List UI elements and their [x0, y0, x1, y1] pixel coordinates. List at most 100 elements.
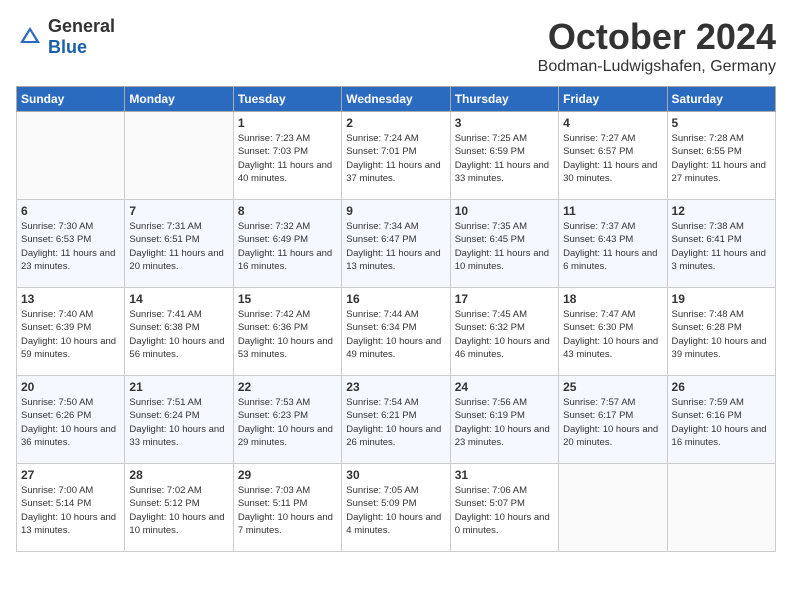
cell-content: Sunrise: 7:51 AM Sunset: 6:24 PM Dayligh… [129, 396, 228, 449]
calendar-week-row: 27 Sunrise: 7:00 AM Sunset: 5:14 PM Dayli… [17, 464, 776, 552]
day-number: 27 [21, 468, 120, 482]
calendar-cell: 23 Sunrise: 7:54 AM Sunset: 6:21 PM Dayli… [342, 376, 450, 464]
calendar-cell: 17 Sunrise: 7:45 AM Sunset: 6:32 PM Dayli… [450, 288, 558, 376]
cell-content: Sunrise: 7:00 AM Sunset: 5:14 PM Dayligh… [21, 484, 120, 537]
calendar-cell: 2 Sunrise: 7:24 AM Sunset: 7:01 PM Daylig… [342, 112, 450, 200]
calendar-cell: 4 Sunrise: 7:27 AM Sunset: 6:57 PM Daylig… [559, 112, 667, 200]
calendar-cell: 24 Sunrise: 7:56 AM Sunset: 6:19 PM Dayli… [450, 376, 558, 464]
day-number: 11 [563, 204, 662, 218]
cell-content: Sunrise: 7:50 AM Sunset: 6:26 PM Dayligh… [21, 396, 120, 449]
weekday-header-thursday: Thursday [450, 87, 558, 112]
calendar-cell: 13 Sunrise: 7:40 AM Sunset: 6:39 PM Dayli… [17, 288, 125, 376]
cell-content: Sunrise: 7:05 AM Sunset: 5:09 PM Dayligh… [346, 484, 445, 537]
calendar-cell [125, 112, 233, 200]
day-number: 21 [129, 380, 228, 394]
calendar-table: SundayMondayTuesdayWednesdayThursdayFrid… [16, 86, 776, 552]
day-number: 18 [563, 292, 662, 306]
calendar-cell: 22Sunrise: 7:53 AM Sunset: 6:23 PM Dayli… [233, 376, 341, 464]
cell-content: Sunrise: 7:06 AM Sunset: 5:07 PM Dayligh… [455, 484, 554, 537]
cell-content: Sunrise: 7:48 AM Sunset: 6:28 PM Dayligh… [672, 308, 771, 361]
cell-content: Sunrise: 7:23 AM Sunset: 7:03 PM Dayligh… [238, 132, 337, 185]
calendar-cell: 10 Sunrise: 7:35 AM Sunset: 6:45 PM Dayli… [450, 200, 558, 288]
month-title: October 2024 [538, 16, 776, 58]
day-number: 26 [672, 380, 771, 394]
day-number: 10 [455, 204, 554, 218]
weekday-header-row: SundayMondayTuesdayWednesdayThursdayFrid… [17, 87, 776, 112]
calendar-cell: 16Sunrise: 7:44 AM Sunset: 6:34 PM Dayli… [342, 288, 450, 376]
day-number: 8 [238, 204, 337, 218]
cell-content: Sunrise: 7:25 AM Sunset: 6:59 PM Dayligh… [455, 132, 554, 185]
weekday-header-tuesday: Tuesday [233, 87, 341, 112]
day-number: 2 [346, 116, 445, 130]
weekday-header-wednesday: Wednesday [342, 87, 450, 112]
calendar-week-row: 20 Sunrise: 7:50 AM Sunset: 6:26 PM Dayli… [17, 376, 776, 464]
calendar-cell: 28 Sunrise: 7:02 AM Sunset: 5:12 PM Dayli… [125, 464, 233, 552]
cell-content: Sunrise: 7:57 AM Sunset: 6:17 PM Dayligh… [563, 396, 662, 449]
cell-content: Sunrise: 7:24 AM Sunset: 7:01 PM Dayligh… [346, 132, 445, 185]
calendar-cell: 18Sunrise: 7:47 AM Sunset: 6:30 PM Dayli… [559, 288, 667, 376]
cell-content: Sunrise: 7:42 AM Sunset: 6:36 PM Dayligh… [238, 308, 337, 361]
title-block: October 2024 Bodman-Ludwigshafen, German… [538, 16, 776, 76]
calendar-cell: 29Sunrise: 7:03 AM Sunset: 5:11 PM Dayli… [233, 464, 341, 552]
day-number: 7 [129, 204, 228, 218]
calendar-cell: 25Sunrise: 7:57 AM Sunset: 6:17 PM Dayli… [559, 376, 667, 464]
location-title: Bodman-Ludwigshafen, Germany [538, 58, 776, 76]
day-number: 3 [455, 116, 554, 130]
cell-content: Sunrise: 7:28 AM Sunset: 6:55 PM Dayligh… [672, 132, 771, 185]
cell-content: Sunrise: 7:32 AM Sunset: 6:49 PM Dayligh… [238, 220, 337, 273]
day-number: 12 [672, 204, 771, 218]
calendar-cell: 14 Sunrise: 7:41 AM Sunset: 6:38 PM Dayli… [125, 288, 233, 376]
cell-content: Sunrise: 7:54 AM Sunset: 6:21 PM Dayligh… [346, 396, 445, 449]
weekday-header-saturday: Saturday [667, 87, 775, 112]
calendar-cell: 27 Sunrise: 7:00 AM Sunset: 5:14 PM Dayli… [17, 464, 125, 552]
day-number: 23 [346, 380, 445, 394]
calendar-week-row: 13 Sunrise: 7:40 AM Sunset: 6:39 PM Dayli… [17, 288, 776, 376]
cell-content: Sunrise: 7:40 AM Sunset: 6:39 PM Dayligh… [21, 308, 120, 361]
logo-icon [16, 23, 44, 51]
cell-content: Sunrise: 7:27 AM Sunset: 6:57 PM Dayligh… [563, 132, 662, 185]
calendar-cell [17, 112, 125, 200]
cell-content: Sunrise: 7:45 AM Sunset: 6:32 PM Dayligh… [455, 308, 554, 361]
calendar-cell: 9Sunrise: 7:34 AM Sunset: 6:47 PM Daylig… [342, 200, 450, 288]
cell-content: Sunrise: 7:35 AM Sunset: 6:45 PM Dayligh… [455, 220, 554, 273]
day-number: 19 [672, 292, 771, 306]
cell-content: Sunrise: 7:03 AM Sunset: 5:11 PM Dayligh… [238, 484, 337, 537]
day-number: 28 [129, 468, 228, 482]
day-number: 4 [563, 116, 662, 130]
calendar-cell: 20 Sunrise: 7:50 AM Sunset: 6:26 PM Dayli… [17, 376, 125, 464]
cell-content: Sunrise: 7:56 AM Sunset: 6:19 PM Dayligh… [455, 396, 554, 449]
calendar-cell [667, 464, 775, 552]
logo-blue: Blue [48, 37, 87, 57]
day-number: 24 [455, 380, 554, 394]
cell-content: Sunrise: 7:34 AM Sunset: 6:47 PM Dayligh… [346, 220, 445, 273]
calendar-cell: 12Sunrise: 7:38 AM Sunset: 6:41 PM Dayli… [667, 200, 775, 288]
calendar-cell: 30 Sunrise: 7:05 AM Sunset: 5:09 PM Dayli… [342, 464, 450, 552]
weekday-header-sunday: Sunday [17, 87, 125, 112]
day-number: 15 [238, 292, 337, 306]
calendar-cell: 3 Sunrise: 7:25 AM Sunset: 6:59 PM Daylig… [450, 112, 558, 200]
day-number: 13 [21, 292, 120, 306]
cell-content: Sunrise: 7:59 AM Sunset: 6:16 PM Dayligh… [672, 396, 771, 449]
day-number: 5 [672, 116, 771, 130]
calendar-cell [559, 464, 667, 552]
calendar-cell: 5 Sunrise: 7:28 AM Sunset: 6:55 PM Daylig… [667, 112, 775, 200]
cell-content: Sunrise: 7:30 AM Sunset: 6:53 PM Dayligh… [21, 220, 120, 273]
cell-content: Sunrise: 7:44 AM Sunset: 6:34 PM Dayligh… [346, 308, 445, 361]
cell-content: Sunrise: 7:02 AM Sunset: 5:12 PM Dayligh… [129, 484, 228, 537]
weekday-header-friday: Friday [559, 87, 667, 112]
calendar-cell: 7Sunrise: 7:31 AM Sunset: 6:51 PM Daylig… [125, 200, 233, 288]
calendar-body: 1 Sunrise: 7:23 AM Sunset: 7:03 PM Daylig… [17, 112, 776, 552]
day-number: 1 [238, 116, 337, 130]
cell-content: Sunrise: 7:37 AM Sunset: 6:43 PM Dayligh… [563, 220, 662, 273]
day-number: 30 [346, 468, 445, 482]
day-number: 14 [129, 292, 228, 306]
calendar-cell: 19 Sunrise: 7:48 AM Sunset: 6:28 PM Dayli… [667, 288, 775, 376]
calendar-cell: 31Sunrise: 7:06 AM Sunset: 5:07 PM Dayli… [450, 464, 558, 552]
logo: General Blue [16, 16, 115, 58]
cell-content: Sunrise: 7:41 AM Sunset: 6:38 PM Dayligh… [129, 308, 228, 361]
calendar-cell: 6Sunrise: 7:30 AM Sunset: 6:53 PM Daylig… [17, 200, 125, 288]
page-header: General Blue October 2024 Bodman-Ludwigs… [16, 16, 776, 76]
day-number: 20 [21, 380, 120, 394]
logo-general: General [48, 16, 115, 36]
day-number: 17 [455, 292, 554, 306]
